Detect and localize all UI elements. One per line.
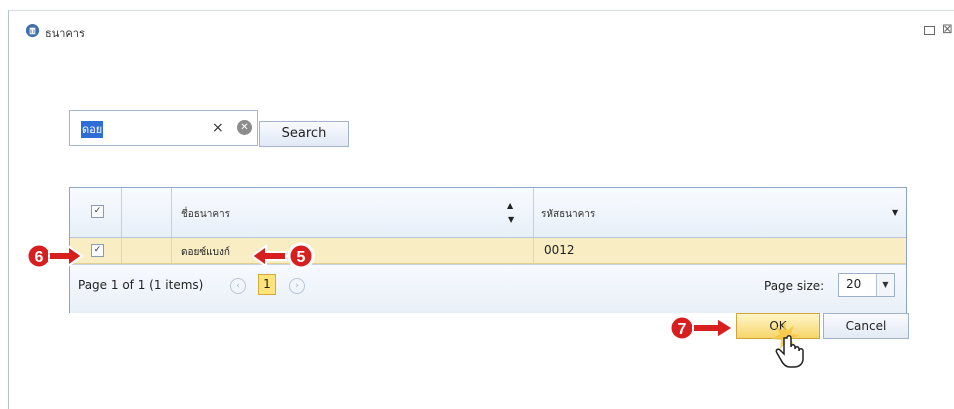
bank-grid: ✓ ชื่อธนาคาร ▲ ▼ รหัสธนาคาร ▼ ✓ ดอยซ์แบง… (69, 187, 907, 313)
arrow-left-icon (250, 244, 287, 268)
search-value[interactable]: ดอย (81, 121, 104, 138)
chevron-down-icon[interactable]: ▼ (876, 274, 894, 296)
bank-name-label: ชื่อธนาคาร (181, 209, 231, 220)
column-separator (171, 238, 172, 263)
page-size-select[interactable]: 20 ▼ (838, 273, 895, 297)
arrow-right-icon (48, 244, 84, 268)
step-6-label: 6 (35, 249, 44, 266)
select-all-checkbox[interactable]: ✓ (91, 205, 104, 218)
sort-ascending-icon[interactable]: ▲ (507, 201, 513, 210)
step-5-label: 5 (297, 249, 306, 266)
arrow-right-icon (692, 316, 735, 340)
row-select-checkbox[interactable]: ✓ (91, 244, 104, 257)
close-icon[interactable]: ⊠ (942, 22, 953, 37)
bank-code-cell: 0012 (544, 243, 575, 257)
bank-code-header[interactable]: รหัสธนาคาร ▼ (534, 188, 906, 237)
search-input[interactable]: ดอย × ✕ (69, 110, 258, 146)
filter-icon[interactable]: ▼ (892, 208, 898, 217)
bank-name-header[interactable]: ชื่อธนาคาร ▲ ▼ (171, 188, 534, 237)
previous-page-icon[interactable]: ‹ (230, 278, 246, 294)
page-size-value: 20 (846, 277, 862, 291)
click-pointer-icon (772, 321, 804, 368)
grid-pager: Page 1 of 1 (1 items) ‹ 1 › Page size: 2… (70, 264, 906, 313)
maximize-icon[interactable] (924, 26, 935, 35)
filter-icon[interactable]: ▼ (508, 215, 514, 224)
page-1-button[interactable]: 1 (258, 274, 276, 295)
step-5-callout: 5 (250, 242, 315, 270)
bank-code-label: รหัสธนาคาร (541, 209, 596, 220)
dialog-titlebar: ธนาคาร ⊠ (9, 11, 954, 45)
next-page-icon[interactable]: › (289, 278, 305, 294)
page-size-label: Page size: (764, 279, 825, 293)
step-7-callout: 7 (668, 314, 735, 342)
blank-header (122, 188, 172, 237)
grid-header: ✓ ชื่อธนาคาร ▲ ▼ รหัสธนาคาร ▼ (70, 188, 906, 238)
building-icon (25, 23, 40, 38)
search-button[interactable]: Search (259, 121, 349, 147)
column-separator (533, 238, 534, 263)
step-6-callout: 6 (25, 242, 84, 270)
select-all-header: ✓ (70, 188, 122, 237)
bank-name-cell: ดอยซ์แบงก์ (181, 247, 230, 258)
pager-summary: Page 1 of 1 (1 items) (78, 278, 204, 292)
clear-circle-icon[interactable]: ✕ (237, 120, 252, 135)
step-7-label: 7 (678, 321, 687, 338)
table-row[interactable]: ✓ ดอยซ์แบงก์ 0012 (70, 238, 906, 264)
dialog-title: ธนาคาร (45, 27, 85, 40)
cancel-button[interactable]: Cancel (823, 313, 909, 339)
column-separator (121, 238, 122, 263)
clear-search-icon[interactable]: × (212, 120, 224, 136)
